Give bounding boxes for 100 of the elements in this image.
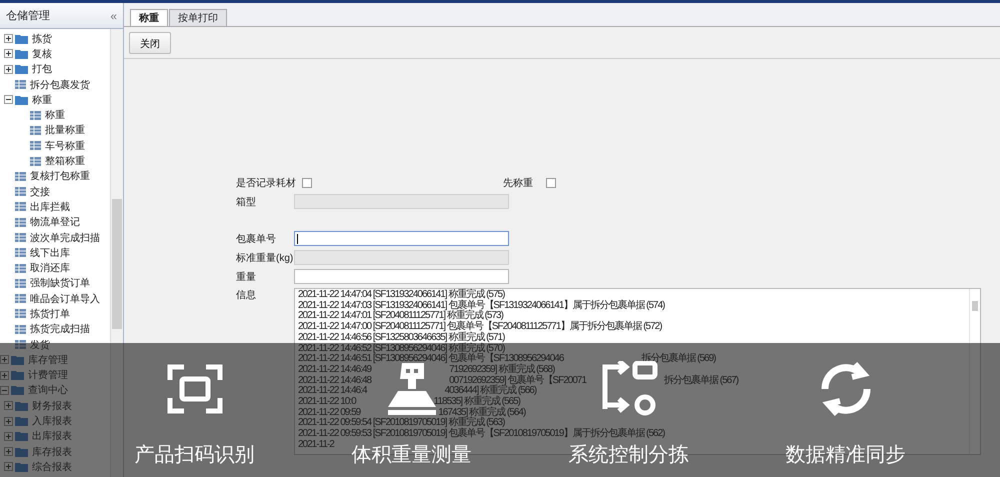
tree-item[interactable]: 拆分包裹发货 [30, 78, 90, 92]
grid-document-icon [15, 172, 26, 181]
tree-item[interactable]: 线下出库 [30, 246, 70, 260]
feature-caption: 系统控制分拣 [568, 442, 688, 464]
checkbox[interactable] [546, 178, 556, 188]
tree-item[interactable]: 整箱称重 [45, 154, 85, 168]
tree-item[interactable]: 拣货 [32, 32, 52, 46]
sidebar-title: 仓储管理 [6, 9, 50, 23]
folder-icon [15, 48, 28, 59]
grid-document-icon [30, 110, 41, 120]
input-field[interactable] [294, 269, 509, 284]
folder-icon [15, 446, 28, 457]
folder-icon [15, 416, 28, 426]
folder-icon [15, 462, 28, 472]
expand-toggle[interactable] [4, 447, 13, 456]
log-line: 7192692359] 称重完成 (568) [449, 364, 554, 375]
tree-item[interactable]: 称重 [45, 108, 65, 122]
log-line: 4036444] 称重完成 (566) [444, 385, 536, 396]
tree-item[interactable]: 称重 [32, 92, 52, 107]
grid-document-icon [15, 80, 26, 90]
tree-item[interactable]: 库存报表 [32, 444, 72, 459]
log-line: 2021-11-22 14:47:01 [SF2040811125771] 称重完成 (573) [298, 310, 503, 322]
checkbox-label: 先称重 [503, 176, 533, 190]
tree-item[interactable]: 库存管理 [28, 352, 68, 367]
checkbox[interactable] [302, 178, 312, 188]
tree-item[interactable]: 拣货打单 [30, 306, 70, 321]
tree-item[interactable]: 财务报表 [32, 398, 72, 413]
log-line: 2021-11-22 14:47:00 [SF2040811125771] 包裹单号【SF2040811125771】属于拆分包裹单据 (572) [298, 321, 662, 332]
collapse-toggle[interactable] [0, 386, 9, 395]
grid-document-icon [15, 233, 26, 242]
expand-toggle[interactable] [4, 401, 13, 410]
tree-item[interactable]: 波次单完成扫描 [30, 230, 100, 244]
grid-document-icon [15, 340, 26, 350]
scrollbar[interactable] [110, 29, 123, 477]
log-line: 2021-11-22 14:46:56 [SF1325803646635] 称重完成 (571) [298, 332, 504, 343]
field-label: 箱型 [236, 196, 257, 208]
tree-item[interactable]: 拣货完成扫描 [30, 322, 90, 336]
log-line: 2021-11-22 14:46:51 [SF1308956294046] 包裹单号【SF1308956294046 [298, 353, 564, 364]
grid-document-icon [15, 294, 26, 304]
log-line: 2021-11-22 14:46:4 [298, 385, 367, 396]
tree-item[interactable]: 强制缺货订单 [30, 276, 90, 290]
tree-item[interactable]: 复核打包称重 [30, 169, 90, 184]
collapse-button[interactable]: « [110, 8, 117, 22]
folder-icon [11, 354, 24, 365]
log-line: 118535] 称重完成 (565) [434, 396, 520, 408]
grid-document-icon [15, 202, 26, 212]
tree-item[interactable]: 出库拦截 [30, 200, 70, 214]
feature-caption: 体积重量测量 [352, 442, 472, 464]
log-line: 2021-11-22 14:47:03 [SF1319324066141] 包裹单号【SF1319324066141】属于拆分包裹单据 (574) [298, 300, 665, 311]
grid-document-icon [15, 309, 26, 318]
tree-item[interactable]: 批量称重 [45, 123, 85, 138]
tab[interactable]: 按单打印 [169, 9, 227, 26]
tree-item[interactable]: 打包 [32, 62, 52, 76]
log-line: 2021-11-2 [298, 438, 334, 450]
grid-document-icon [15, 264, 26, 273]
tree-item[interactable]: 物流单登记 [30, 215, 80, 230]
feature-caption: 数据精准同步 [786, 442, 906, 464]
tree-item[interactable]: 综合报表 [32, 460, 72, 474]
tree-item[interactable]: 复核 [32, 46, 52, 61]
expand-toggle[interactable] [4, 462, 13, 472]
tree-item[interactable]: 车号称重 [45, 138, 85, 153]
input-field[interactable] [294, 231, 509, 246]
grid-document-icon [15, 248, 26, 258]
log-line: 拆分包裹单据 (567) [664, 374, 738, 386]
expand-toggle[interactable] [0, 355, 9, 364]
field-label: 标准重量(kg) [236, 252, 294, 264]
tree-item[interactable]: 发货 [30, 338, 50, 352]
log-line: 2021-11-22 14:46:52 [SF1308956294046] 称重完成 (570) [298, 342, 504, 354]
folder-icon [11, 385, 24, 396]
expand-toggle[interactable] [4, 34, 13, 44]
close-button[interactable]: 关闭 [129, 32, 171, 54]
tree-item[interactable]: 交接 [30, 184, 50, 199]
grid-document-icon [15, 187, 26, 196]
tree-item[interactable]: 入库报表 [32, 414, 72, 428]
scan-frame-icon [166, 364, 222, 414]
expand-toggle[interactable] [4, 64, 13, 74]
expand-toggle[interactable] [4, 432, 13, 441]
collapse-toggle[interactable] [4, 95, 13, 104]
expand-toggle[interactable] [4, 49, 13, 58]
expand-toggle[interactable] [0, 370, 9, 380]
tree-item[interactable]: 唯品会订单导入 [30, 292, 100, 306]
field-label: 重量 [236, 270, 257, 284]
folder-icon [15, 94, 28, 105]
grid-document-icon [30, 126, 41, 135]
checkbox-label: 是否记录耗材 [236, 176, 296, 190]
log-line: 2021-11-22 09:59:53 [SF2010819705019] 包裹单号【SF2010819705019】属于拆分包裹单据 (562) [298, 428, 665, 440]
log-line: 2021-11-22 09:59:54 [SF2010819705019] 称重完成 (563) [298, 417, 504, 428]
log-line: 167435] 称重完成 (564) [438, 406, 526, 418]
log-line: 2021-11-22 09:59 [298, 406, 360, 418]
grid-document-icon [15, 324, 26, 334]
tab[interactable]: 称重 [130, 9, 168, 26]
folder-icon [15, 34, 28, 44]
grid-document-icon [30, 156, 41, 166]
tree-item[interactable]: 取消还库 [30, 261, 70, 276]
tree-item[interactable]: 计费管理 [28, 368, 68, 382]
log-line: 2021-11-22 14:46:49 [298, 364, 372, 375]
expand-toggle[interactable] [4, 416, 13, 426]
scrollbar[interactable] [969, 289, 980, 454]
field-label: 包裹单号 [236, 232, 277, 246]
grid-document-icon [15, 218, 26, 227]
